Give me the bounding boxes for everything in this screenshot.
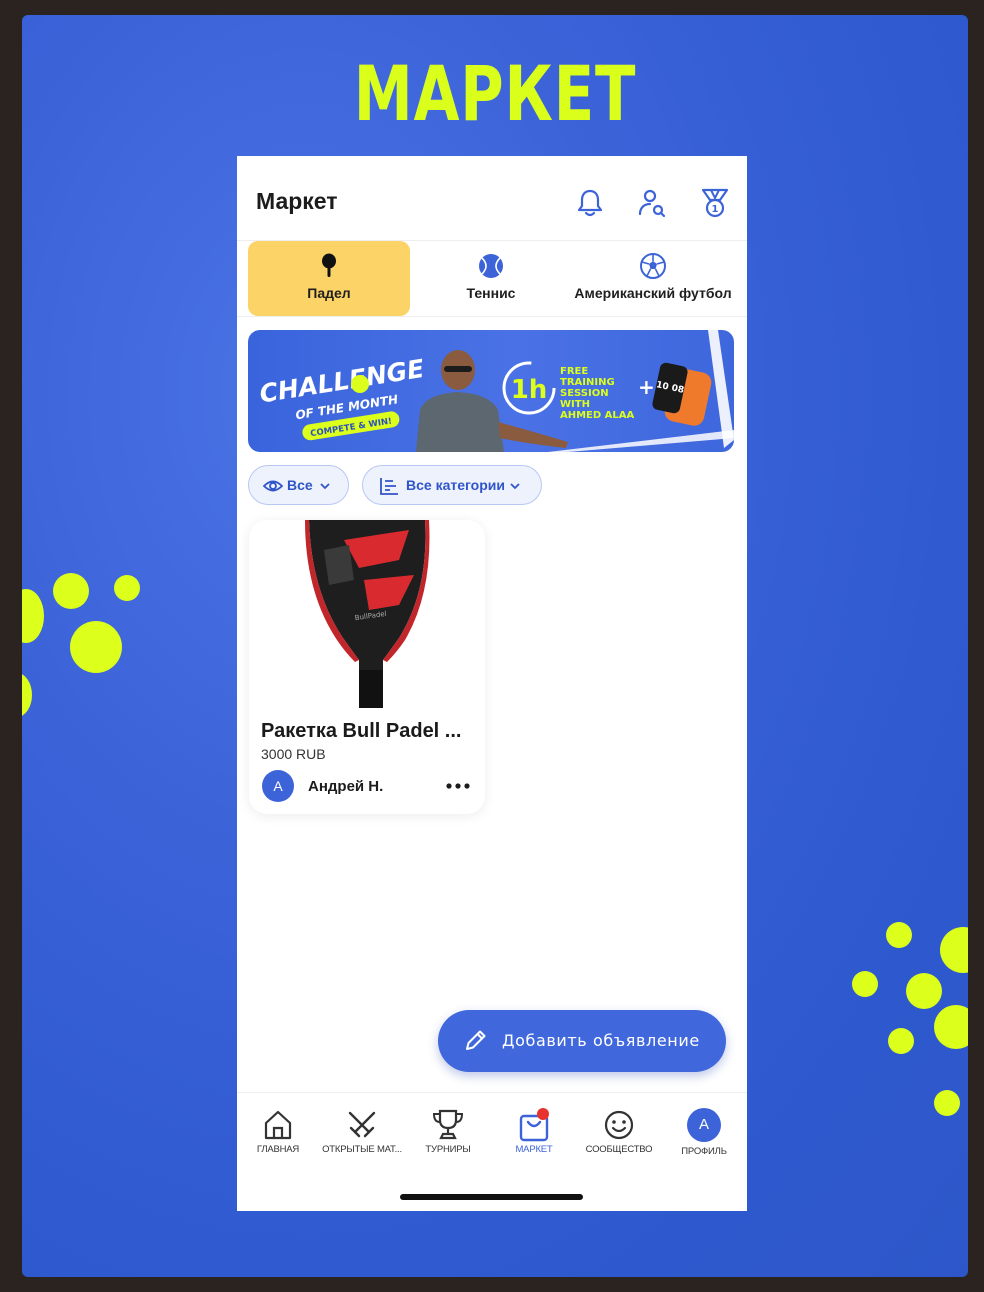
banner-offer-line: AHMED ALAA: [560, 410, 635, 421]
listing-title: Ракетка Bull Padel ...: [261, 720, 462, 742]
tennis-ball-icon: [351, 375, 369, 393]
decor-dot: [934, 1005, 968, 1049]
nav-label: ПРОФИЛЬ: [681, 1146, 727, 1157]
promo-banner[interactable]: CHALLENGE OF THE MONTH COMPETE & WIN! 1h…: [248, 330, 734, 452]
pencil-icon: [466, 1030, 486, 1050]
notification-badge: [537, 1108, 549, 1120]
decor-dot: [934, 1090, 960, 1116]
category-filter[interactable]: Все категории: [362, 465, 542, 505]
plus-icon: +: [638, 375, 655, 399]
tennis-ball-icon: [479, 254, 503, 278]
bell-icon[interactable]: [573, 186, 607, 220]
nav-market[interactable]: МАРКЕТ: [491, 1108, 577, 1168]
profile-avatar: А: [687, 1108, 721, 1142]
home-icon: [264, 1110, 292, 1140]
top-bar: Маркет 1: [237, 156, 747, 241]
nav-profile[interactable]: А ПРОФИЛЬ: [661, 1108, 747, 1168]
product-image: BullPadel: [249, 520, 485, 708]
decor-dot: [888, 1028, 914, 1054]
shopping-bag-icon: [519, 1108, 549, 1142]
decor-dot: [114, 575, 140, 601]
user-search-icon[interactable]: [635, 186, 669, 220]
sport-tabs: Падел Теннис Американский футбол: [237, 241, 747, 317]
poster-title: МАРКЕТ: [353, 49, 637, 138]
banner-offer-line: WITH: [560, 399, 590, 410]
trophy-icon: [432, 1109, 464, 1140]
app-screen: Маркет 1 Падел Теннис Американский футбо…: [237, 156, 747, 1211]
nav-label: ГЛАВНАЯ: [256, 1144, 300, 1155]
home-indicator: [400, 1194, 583, 1200]
seller-avatar[interactable]: А: [262, 770, 294, 802]
chevron-down-icon: [320, 483, 330, 490]
nav-label: СООБЩЕСТВО: [585, 1144, 653, 1155]
decor-dot: [22, 673, 32, 717]
listing-price: 3000 RUB: [261, 746, 326, 762]
listing-card[interactable]: BullPadel Ракетка Bull Padel ... 3000 RU…: [249, 520, 485, 814]
smiley-icon: [604, 1110, 634, 1140]
category-filter-label: Все категории: [406, 477, 505, 493]
eye-icon: [263, 480, 283, 492]
banner-artwork: CHALLENGE OF THE MONTH COMPETE & WIN! 1h…: [258, 330, 734, 452]
decor-dot: [940, 927, 968, 973]
nav-home[interactable]: ГЛАВНАЯ: [237, 1108, 321, 1168]
padel-racket-icon: [322, 253, 336, 277]
chevron-down-icon: [510, 483, 520, 490]
decor-dot: [53, 573, 89, 609]
banner-offer-line: FREE: [560, 366, 588, 377]
decor-dot: [22, 589, 44, 643]
banner-offer-line: TRAINING: [560, 377, 615, 388]
tab-label: Падел: [307, 285, 351, 301]
add-listing-button[interactable]: Добавить объявление: [438, 1010, 726, 1072]
visibility-filter[interactable]: Все: [248, 465, 349, 505]
seller-name[interactable]: Андрей Н.: [308, 778, 383, 795]
crossed-swords-icon: [348, 1111, 376, 1138]
nav-community[interactable]: СООБЩЕСТВО: [576, 1108, 662, 1168]
add-listing-label: Добавить объявление: [502, 1031, 700, 1050]
decor-dot: [852, 971, 878, 997]
decor-dot: [70, 621, 122, 673]
decor-dot: [886, 922, 912, 948]
page-title: Маркет: [256, 188, 338, 214]
medal-icon[interactable]: 1: [698, 186, 732, 220]
banner-duration: 1h: [511, 375, 548, 405]
list-icon: [380, 478, 398, 495]
nav-open-matches[interactable]: ОТКРЫТЫЕ МАТ...: [319, 1108, 405, 1168]
tab-padel[interactable]: Падел: [248, 241, 410, 316]
tab-label: Американский футбол: [574, 285, 732, 301]
decor-dot: [906, 973, 942, 1009]
banner-offer-line: SESSION: [560, 388, 609, 399]
tab-tennis[interactable]: Теннис: [420, 241, 562, 316]
nav-tournaments[interactable]: ТУРНИРЫ: [405, 1108, 491, 1168]
svg-text:1: 1: [712, 204, 719, 215]
nav-label: МАРКЕТ: [515, 1144, 553, 1155]
more-options-icon[interactable]: [445, 780, 471, 792]
nav-label: ТУРНИРЫ: [425, 1144, 471, 1155]
visibility-filter-label: Все: [287, 477, 313, 493]
tab-american-football[interactable]: Американский футбол: [569, 241, 737, 316]
tab-label: Теннис: [466, 285, 516, 301]
nav-label: ОТКРЫТЫЕ МАТ...: [322, 1144, 402, 1155]
soccer-ball-icon: [640, 253, 666, 279]
